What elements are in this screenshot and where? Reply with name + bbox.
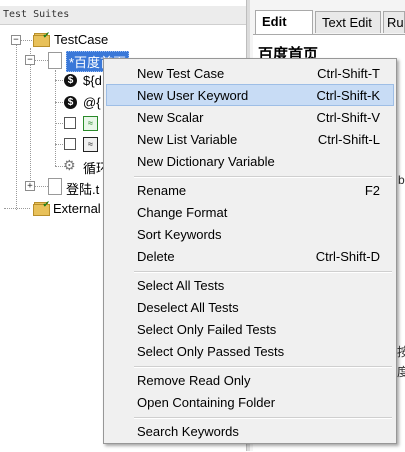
menu-separator xyxy=(134,366,392,368)
menu-item-label: New Test Case xyxy=(137,66,225,81)
menu-item-new-user-keyword[interactable]: New User Keyword Ctrl-Shift-K xyxy=(106,84,394,106)
menu-separator xyxy=(134,417,392,419)
menu-item-shortcut: Ctrl-Shift-T xyxy=(317,66,380,81)
menu-item-label: Select Only Failed Tests xyxy=(137,322,277,337)
clipped-text: 按 xyxy=(397,345,405,359)
tab-text-edit[interactable]: Text Edit xyxy=(315,11,381,33)
menu-item-label: Deselect All Tests xyxy=(137,300,239,315)
tree-guide-line xyxy=(55,70,56,166)
menu-item-label: New Dictionary Variable xyxy=(137,154,275,169)
test-case-icon: ≈ xyxy=(83,137,98,152)
test-checkbox[interactable] xyxy=(64,117,76,129)
menu-separator xyxy=(134,271,392,273)
menu-item-new-test-case[interactable]: New Test Case Ctrl-Shift-T xyxy=(106,62,394,84)
tree-guide-line xyxy=(20,40,32,41)
menu-item-label: Change Format xyxy=(137,205,228,220)
tree-guide-line xyxy=(16,42,17,210)
tree-guide-line xyxy=(30,48,31,186)
menu-item-change-format[interactable]: Change Format xyxy=(106,201,394,223)
collapse-toggle[interactable]: − xyxy=(11,35,21,45)
menu-item-shortcut: Ctrl-Shift-D xyxy=(315,249,380,264)
menu-item-label: Sort Keywords xyxy=(137,227,222,242)
context-menu: New Test Case Ctrl-Shift-T New User Keyw… xyxy=(103,58,397,444)
gear-icon: ⚙ xyxy=(63,157,76,173)
menu-item-rename[interactable]: Rename F2 xyxy=(106,179,394,201)
tab-edit[interactable]: Edit xyxy=(255,10,313,34)
folder-icon: ✔ xyxy=(33,199,50,216)
test-checkbox[interactable] xyxy=(64,138,76,150)
tree-header-label: Test Suites xyxy=(3,9,70,20)
menu-item-delete[interactable]: Delete Ctrl-Shift-D xyxy=(106,245,394,267)
menu-item-label: Rename xyxy=(137,183,187,198)
tree-item-testcase[interactable]: TestCase xyxy=(54,32,108,47)
test-case-icon: ≈ xyxy=(83,116,98,131)
menu-item-label: Search Keywords xyxy=(137,424,239,439)
menu-item-select-all-tests[interactable]: Select All Tests xyxy=(106,274,394,296)
tree-item-external[interactable]: External xyxy=(53,201,101,216)
menu-item-select-only-passed-tests[interactable]: Select Only Passed Tests xyxy=(106,340,394,362)
menu-item-search-keywords[interactable]: Search Keywords xyxy=(106,420,394,442)
tree-guide-line xyxy=(34,60,48,61)
menu-item-label: New Scalar xyxy=(137,110,204,125)
menu-item-shortcut: Ctrl-Shift-K xyxy=(316,88,380,103)
tree-header: Test Suites xyxy=(0,6,247,25)
menu-item-label: New User Keyword xyxy=(137,88,249,103)
menu-item-open-containing-folder[interactable]: Open Containing Folder xyxy=(106,391,394,413)
file-icon xyxy=(48,178,62,195)
clipped-text: 度 xyxy=(397,365,405,379)
menu-item-label: Select All Tests xyxy=(137,278,225,293)
menu-item-label: Delete xyxy=(137,249,175,264)
menu-item-shortcut: Ctrl-Shift-V xyxy=(316,110,380,125)
tree-item-variable[interactable]: ${d xyxy=(83,73,102,88)
menu-item-deselect-all-tests[interactable]: Deselect All Tests xyxy=(106,296,394,318)
tree-item-login-suite[interactable]: 登陆.t xyxy=(66,179,99,198)
expand-toggle[interactable]: + xyxy=(25,181,35,191)
folder-icon: ✔ xyxy=(33,30,50,47)
menu-item-sort-keywords[interactable]: Sort Keywords xyxy=(106,223,394,245)
tree-item-variable[interactable]: @{ xyxy=(83,95,101,110)
clipped-text: b xyxy=(398,173,405,187)
tree-guide-line xyxy=(4,208,30,209)
menu-item-label: Open Containing Folder xyxy=(137,395,276,410)
collapse-toggle[interactable]: − xyxy=(25,55,35,65)
menu-item-label: New List Variable xyxy=(137,132,238,147)
menu-item-new-list-variable[interactable]: New List Variable Ctrl-Shift-L xyxy=(106,128,394,150)
menu-item-remove-read-only[interactable]: Remove Read Only xyxy=(106,369,394,391)
menu-item-select-only-failed-tests[interactable]: Select Only Failed Tests xyxy=(106,318,394,340)
file-icon xyxy=(48,52,62,69)
menu-item-shortcut: Ctrl-Shift-L xyxy=(317,132,380,147)
tree-guide-line xyxy=(34,186,48,187)
scalar-variable-icon: $ xyxy=(64,74,77,87)
menu-item-label: Select Only Passed Tests xyxy=(137,344,285,359)
menu-item-label: Remove Read Only xyxy=(137,373,251,388)
tab-run[interactable]: Ru xyxy=(383,11,405,33)
list-variable-icon: $ xyxy=(64,96,77,109)
menu-item-new-dictionary-variable[interactable]: New Dictionary Variable xyxy=(106,150,394,172)
menu-item-shortcut: F2 xyxy=(364,183,380,198)
menu-separator xyxy=(134,176,392,178)
menu-item-new-scalar[interactable]: New Scalar Ctrl-Shift-V xyxy=(106,106,394,128)
